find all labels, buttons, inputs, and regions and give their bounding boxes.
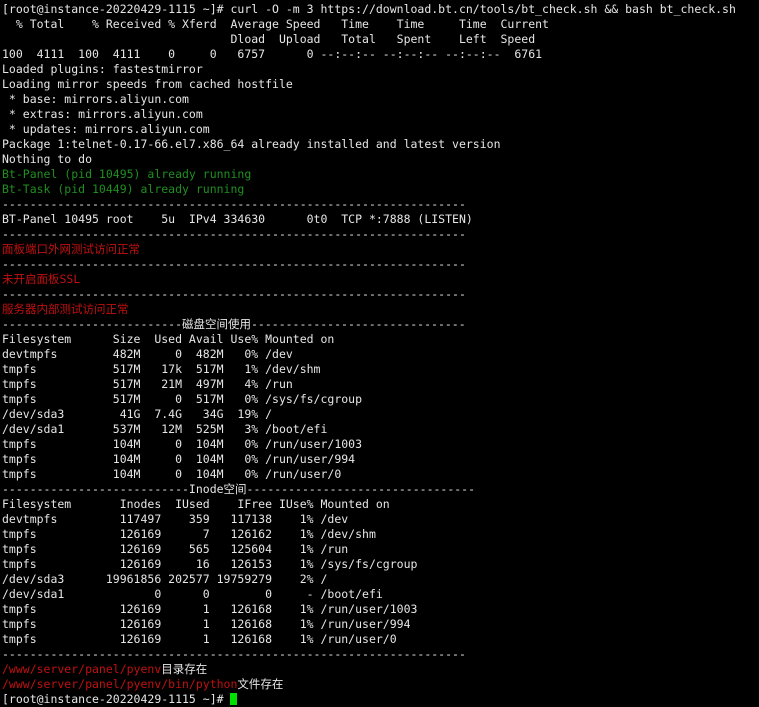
terminal-text: ----------------------------------------…	[2, 287, 466, 301]
terminal-line: Filesystem Size Used Avail Use% Mounted …	[2, 332, 759, 347]
terminal-text: tmpfs 126169 1 126168 1% /run/user/1003	[2, 602, 418, 616]
terminal-text: Package 1:telnet-0.17-66.el7.x86_64 alre…	[2, 137, 501, 151]
terminal-text: tmpfs 104M 0 104M 0% /run/user/994	[2, 452, 356, 466]
terminal-text: BT-Panel 10495 root 5u IPv4 334630 0t0 T…	[2, 212, 473, 226]
terminal-text: Bt-Task (pid 10449) already running	[2, 182, 245, 196]
terminal-text: /dev/sda1 0 0 0 - /boot/efi	[2, 587, 383, 601]
terminal-line: * updates: mirrors.aliyun.com	[2, 122, 759, 137]
terminal-text: /dev/sda1 537M 12M 525M 3% /boot/efi	[2, 422, 328, 436]
terminal-line: tmpfs 126169 565 125604 1% /run	[2, 542, 759, 557]
terminal-line: tmpfs 126169 1 126168 1% /run/user/994	[2, 617, 759, 632]
terminal-text: Bt-Panel (pid 10495) already running	[2, 167, 252, 181]
terminal-line: * base: mirrors.aliyun.com	[2, 92, 759, 107]
terminal-text: ---------------------------Inode空间------…	[2, 482, 476, 496]
terminal-line: /www/server/panel/pyenv/bin/python文件存在	[2, 677, 759, 692]
terminal-line: tmpfs 104M 0 104M 0% /run/user/1003	[2, 437, 759, 452]
terminal-line: Dload Upload Total Spent Left Speed	[2, 32, 759, 47]
terminal-line: ----------------------------------------…	[2, 227, 759, 242]
terminal-line: Package 1:telnet-0.17-66.el7.x86_64 alre…	[2, 137, 759, 152]
terminal-text: tmpfs 517M 0 517M 0% /sys/fs/cgroup	[2, 392, 363, 406]
terminal-line: Loaded plugins: fastestmirror	[2, 62, 759, 77]
terminal-text: tmpfs 104M 0 104M 0% /run/user/0	[2, 467, 342, 481]
terminal-line: Bt-Panel (pid 10495) already running	[2, 167, 759, 182]
terminal-line: tmpfs 104M 0 104M 0% /run/user/0	[2, 467, 759, 482]
terminal-line: tmpfs 126169 1 126168 1% /run/user/0	[2, 632, 759, 647]
terminal-line: tmpfs 517M 0 517M 0% /sys/fs/cgroup	[2, 392, 759, 407]
terminal-line: Loading mirror speeds from cached hostfi…	[2, 77, 759, 92]
terminal-text: Filesystem Inodes IUsed IFree IUse% Moun…	[2, 497, 390, 511]
terminal-text: /www/server/panel/pyenv/bin/python	[2, 677, 238, 691]
terminal-text: ----------------------------------------…	[2, 647, 466, 661]
terminal-line: /dev/sda3 41G 7.4G 34G 19% /	[2, 407, 759, 422]
terminal-text: /dev/sda3 19961856 202577 19759279 2% /	[2, 572, 328, 586]
terminal-text: 面板端口外网测试访问正常	[2, 242, 140, 256]
terminal-line: devtmpfs 117497 359 117138 1% /dev	[2, 512, 759, 527]
terminal-text: --------------------------磁盘空间使用--------…	[2, 317, 466, 331]
terminal-text: 未开启面板SSL	[2, 272, 81, 286]
terminal-line: /dev/sda1 0 0 0 - /boot/efi	[2, 587, 759, 602]
terminal-line: Nothing to do	[2, 152, 759, 167]
terminal-line: 服务器内部测试访问正常	[2, 302, 759, 317]
terminal-text: devtmpfs 117497 359 117138 1% /dev	[2, 512, 349, 526]
terminal-line: 100 4111 100 4111 0 0 6757 0 --:--:-- --…	[2, 47, 759, 62]
terminal-text: ----------------------------------------…	[2, 197, 466, 211]
terminal-line: tmpfs 104M 0 104M 0% /run/user/994	[2, 452, 759, 467]
terminal-line: [root@instance-20220429-1115 ~]#	[2, 692, 759, 707]
terminal-text: tmpfs 126169 1 126168 1% /run/user/0	[2, 632, 397, 646]
terminal-line: tmpfs 126169 1 126168 1% /run/user/1003	[2, 602, 759, 617]
terminal-line: Filesystem Inodes IUsed IFree IUse% Moun…	[2, 497, 759, 512]
terminal-text: tmpfs 126169 1 126168 1% /run/user/994	[2, 617, 411, 631]
terminal-line: tmpfs 126169 16 126153 1% /sys/fs/cgroup	[2, 557, 759, 572]
terminal-line: /www/server/panel/pyenv目录存在	[2, 662, 759, 677]
terminal-line: tmpfs 517M 21M 497M 4% /run	[2, 377, 759, 392]
terminal-text: Filesystem Size Used Avail Use% Mounted …	[2, 332, 335, 346]
terminal-line: ----------------------------------------…	[2, 647, 759, 662]
terminal-line: Bt-Task (pid 10449) already running	[2, 182, 759, 197]
terminal-text: Dload Upload Total Spent Left Speed	[2, 32, 536, 46]
terminal-text: 目录存在	[161, 662, 208, 676]
terminal-text: * base: mirrors.aliyun.com	[2, 92, 189, 106]
terminal-text: * extras: mirrors.aliyun.com	[2, 107, 203, 121]
terminal-text: Loading mirror speeds from cached hostfi…	[2, 77, 293, 91]
terminal-line: ---------------------------Inode空间------…	[2, 482, 759, 497]
terminal-line: * extras: mirrors.aliyun.com	[2, 107, 759, 122]
terminal-text: [root@instance-20220429-1115 ~]#	[2, 692, 231, 706]
terminal-line: ----------------------------------------…	[2, 197, 759, 212]
terminal-text: /www/server/panel/pyenv	[2, 662, 162, 676]
terminal-line: tmpfs 517M 17k 517M 1% /dev/shm	[2, 362, 759, 377]
cursor-block	[230, 693, 238, 705]
terminal-text: ----------------------------------------…	[2, 257, 466, 271]
terminal-output[interactable]: [root@instance-20220429-1115 ~]# curl -O…	[0, 0, 759, 707]
terminal-line: --------------------------磁盘空间使用--------…	[2, 317, 759, 332]
terminal-line: devtmpfs 482M 0 482M 0% /dev	[2, 347, 759, 362]
terminal-text: 文件存在	[237, 677, 284, 691]
terminal-line: BT-Panel 10495 root 5u IPv4 334630 0t0 T…	[2, 212, 759, 227]
terminal-line: /dev/sda3 19961856 202577 19759279 2% /	[2, 572, 759, 587]
terminal-line: tmpfs 126169 7 126162 1% /dev/shm	[2, 527, 759, 542]
terminal-line: 未开启面板SSL	[2, 272, 759, 287]
terminal-line: % Total % Received % Xferd Average Speed…	[2, 17, 759, 32]
terminal-text: tmpfs 126169 7 126162 1% /dev/shm	[2, 527, 376, 541]
terminal-text: tmpfs 517M 17k 517M 1% /dev/shm	[2, 362, 321, 376]
terminal-line: 面板端口外网测试访问正常	[2, 242, 759, 257]
terminal-text: tmpfs 126169 16 126153 1% /sys/fs/cgroup	[2, 557, 418, 571]
terminal-text: tmpfs 126169 565 125604 1% /run	[2, 542, 349, 556]
terminal-text: Loaded plugins: fastestmirror	[2, 62, 203, 76]
terminal-text: tmpfs 517M 21M 497M 4% /run	[2, 377, 293, 391]
terminal-line: ----------------------------------------…	[2, 287, 759, 302]
terminal-line: /dev/sda1 537M 12M 525M 3% /boot/efi	[2, 422, 759, 437]
terminal-text: 100 4111 100 4111 0 0 6757 0 --:--:-- --…	[2, 47, 543, 61]
terminal-text: % Total % Received % Xferd Average Speed…	[2, 17, 549, 31]
terminal-text: [root@instance-20220429-1115 ~]# curl -O…	[2, 2, 736, 16]
terminal-text: Nothing to do	[2, 152, 93, 166]
terminal-text: tmpfs 104M 0 104M 0% /run/user/1003	[2, 437, 363, 451]
terminal-text: ----------------------------------------…	[2, 227, 466, 241]
terminal-text: /dev/sda3 41G 7.4G 34G 19% /	[2, 407, 273, 421]
terminal-text: 服务器内部测试访问正常	[2, 302, 129, 316]
terminal-text: devtmpfs 482M 0 482M 0% /dev	[2, 347, 293, 361]
terminal-text: * updates: mirrors.aliyun.com	[2, 122, 210, 136]
terminal-line: [root@instance-20220429-1115 ~]# curl -O…	[2, 2, 759, 17]
terminal-line: ----------------------------------------…	[2, 257, 759, 272]
